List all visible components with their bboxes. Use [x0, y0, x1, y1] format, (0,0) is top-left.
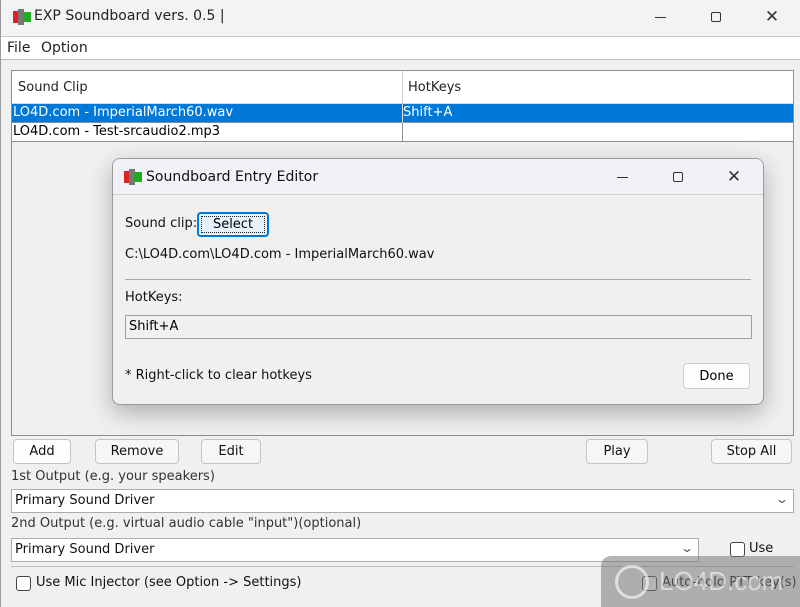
use-second-output-checkbox[interactable]: [730, 542, 745, 557]
exp-app-icon: [124, 169, 142, 185]
dialog-maximize-button[interactable]: [655, 160, 701, 194]
sound-clip-label: Sound clip:: [125, 216, 198, 231]
stop-all-button[interactable]: Stop All: [711, 439, 792, 464]
add-button[interactable]: Add: [13, 439, 71, 464]
close-icon: ✕: [764, 6, 780, 27]
edit-button[interactable]: Edit: [201, 439, 261, 464]
window-title: EXP Soundboard vers. 0.5 |: [34, 8, 225, 24]
table-header: Sound Clip HotKeys: [12, 71, 793, 104]
column-header-hotkeys[interactable]: HotKeys: [408, 80, 461, 95]
table-row[interactable]: LO4D.com - ImperialMarch60.wav Shift+A: [12, 104, 793, 123]
dialog-close-button[interactable]: ✕: [711, 160, 757, 194]
maximize-icon: [673, 172, 683, 182]
play-button[interactable]: Play: [586, 439, 648, 464]
minimize-icon: [616, 176, 628, 178]
chevron-down-icon: ⌄: [679, 541, 695, 555]
done-button[interactable]: Done: [683, 363, 750, 389]
second-output-value: Primary Sound Driver: [15, 542, 155, 557]
cell-sound-clip: LO4D.com - ImperialMarch60.wav: [13, 105, 234, 120]
select-button[interactable]: Select: [197, 212, 269, 237]
watermark: LO4D.com: [601, 556, 800, 607]
cell-hotkeys: Shift+A: [403, 105, 453, 120]
hotkeys-value: Shift+A: [129, 319, 179, 334]
menu-file[interactable]: File: [7, 40, 30, 56]
file-path: C:\LO4D.com\LO4D.com - ImperialMarch60.w…: [125, 247, 435, 262]
close-icon: ✕: [726, 166, 742, 187]
menu-bar: File Option: [1, 36, 800, 60]
maximize-icon: [711, 12, 721, 22]
table-row[interactable]: LO4D.com - Test-srcaudio2.mp3: [12, 123, 793, 142]
divider: [125, 279, 751, 280]
hotkeys-input[interactable]: Shift+A: [125, 315, 752, 339]
first-output-label: 1st Output (e.g. your speakers): [11, 469, 215, 484]
watermark-text: LO4D.com: [659, 566, 784, 596]
dialog-minimize-button[interactable]: [599, 160, 645, 194]
mic-injector-label[interactable]: Use Mic Injector (see Option -> Settings…: [36, 575, 301, 590]
clear-hotkeys-note: * Right-click to clear hotkeys: [125, 368, 312, 383]
mic-injector-checkbox[interactable]: [16, 576, 31, 591]
close-button[interactable]: ✕: [749, 0, 795, 34]
title-bar[interactable]: EXP Soundboard vers. 0.5 | ✕: [1, 0, 800, 36]
column-divider[interactable]: [402, 71, 403, 104]
first-output-value: Primary Sound Driver: [15, 493, 155, 508]
entry-editor-dialog: Soundboard Entry Editor ✕ Sound clip: Se…: [112, 158, 764, 405]
minimize-icon: [654, 16, 666, 18]
remove-button[interactable]: Remove: [95, 439, 179, 464]
column-header-sound-clip[interactable]: Sound Clip: [18, 80, 88, 95]
menu-option[interactable]: Option: [41, 40, 88, 56]
second-output-label: 2nd Output (e.g. virtual audio cable "in…: [11, 516, 362, 531]
cell-divider: [402, 123, 403, 142]
first-output-select[interactable]: Primary Sound Driver ⌄: [11, 489, 794, 513]
lo4d-logo-icon: [615, 564, 649, 599]
chevron-down-icon: ⌄: [774, 492, 790, 506]
minimize-button[interactable]: [637, 0, 683, 34]
exp-app-icon: [13, 9, 31, 25]
dialog-title-bar[interactable]: Soundboard Entry Editor ✕: [113, 159, 763, 195]
dialog-title: Soundboard Entry Editor: [146, 169, 319, 185]
cell-sound-clip: LO4D.com - Test-srcaudio2.mp3: [13, 124, 221, 139]
use-second-output-label[interactable]: Use: [749, 541, 773, 556]
second-output-select[interactable]: Primary Sound Driver ⌄: [11, 538, 699, 562]
maximize-button[interactable]: [693, 0, 739, 34]
hotkeys-label: HotKeys:: [125, 290, 183, 305]
